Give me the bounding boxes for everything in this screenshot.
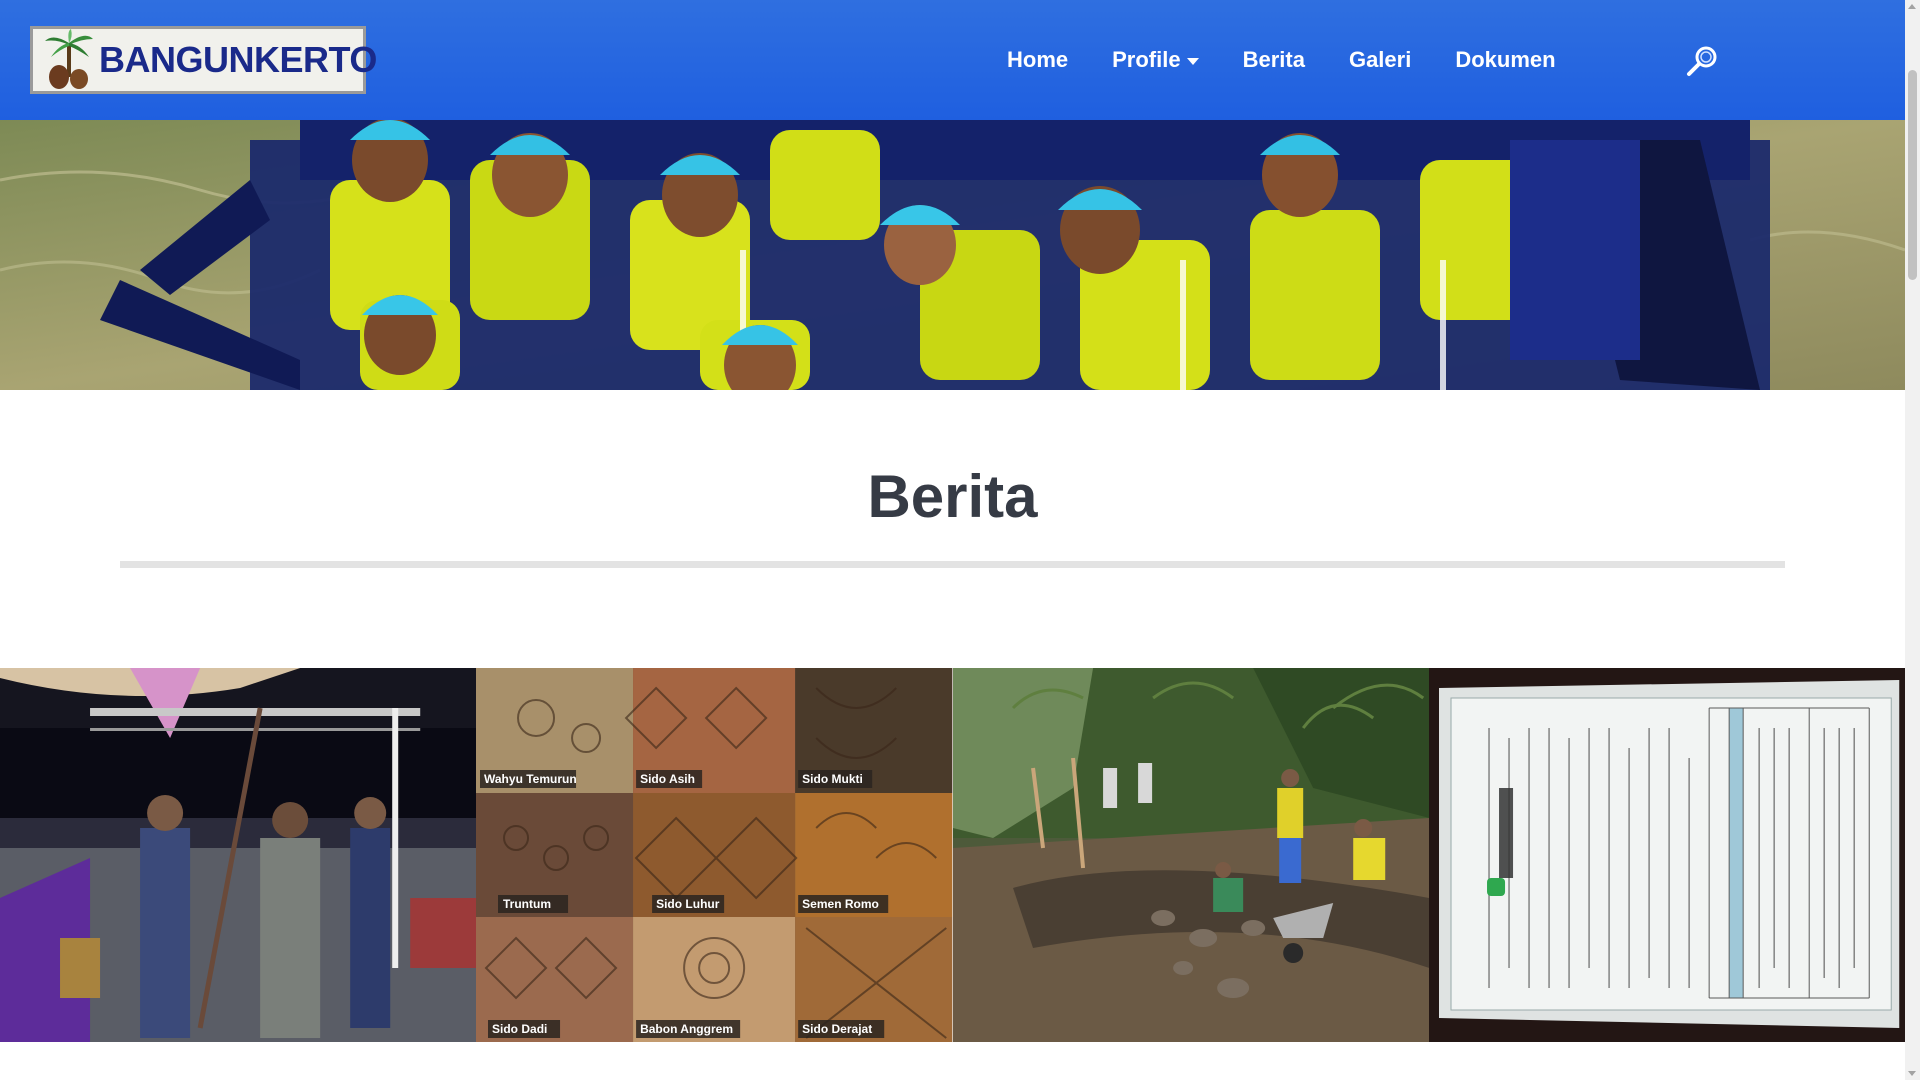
service-notice-document-photo [1428,668,1905,1042]
nav-home[interactable]: Home [985,47,1090,73]
batik-label: Semen Romo [802,897,879,911]
nav-dokumen-label: Dokumen [1455,47,1556,72]
batik-label: Sido Dadi [492,1022,547,1036]
caret-down-icon [1186,57,1199,65]
news-card-batik[interactable]: Wahyu Temurun Sido Asih Sido Mukti Trunt… [476,668,953,1042]
road-work-photo [952,668,1429,1042]
batik-label: Sido Mukti [802,772,863,786]
nav-berita[interactable]: Berita [1221,47,1327,73]
news-card-service-notice[interactable] [1428,668,1905,1042]
nav-home-label: Home [1007,47,1069,72]
news-card-road-work[interactable] [952,668,1429,1042]
batik-patterns-photo: Wahyu Temurun Sido Asih Sido Mukti Trunt… [476,668,953,1042]
scroll-up-arrow-icon[interactable] [1908,4,1916,9]
nav-dokumen[interactable]: Dokumen [1433,47,1577,73]
batik-label: Sido Luhur [656,897,720,911]
batik-label: Wahyu Temurun [484,772,577,786]
site-logo[interactable]: BANGUNKERTO [30,26,377,94]
nav-profile-dropdown[interactable]: Profile [1090,47,1220,73]
navbar: BANGUNKERTO Home Profile Berita Galeri D… [0,0,1905,120]
nav-profile-label: Profile [1112,47,1181,72]
news-gallery: Wahyu Temurun Sido Asih Sido Mukti Trunt… [0,668,1905,1042]
batik-label: Truntum [503,897,551,911]
hero-banner-image [0,120,1905,390]
nav-galeri[interactable]: Galeri [1327,47,1433,73]
news-card-ceremony[interactable] [0,668,477,1042]
batik-label: Sido Asih [640,772,695,786]
nav-galeri-label: Galeri [1348,47,1412,72]
scroll-down-arrow-icon[interactable] [1908,1071,1916,1076]
palm-tree-logo-icon [45,29,93,89]
main-nav: Home Profile Berita Galeri Dokumen [985,0,1578,120]
section-title-berita: Berita [867,463,1038,530]
batik-label: Sido Derajat [802,1022,872,1036]
scroll-thumb[interactable] [1908,70,1917,280]
search-icon[interactable] [1685,44,1719,78]
section-divider [120,561,1785,568]
brand-name: BANGUNKERTO [99,39,377,80]
page-scrollbar[interactable] [1905,0,1920,1080]
nav-berita-label: Berita [1242,47,1305,72]
batik-label: Babon Anggrem [640,1022,733,1036]
ceremony-night-photo [0,668,477,1042]
